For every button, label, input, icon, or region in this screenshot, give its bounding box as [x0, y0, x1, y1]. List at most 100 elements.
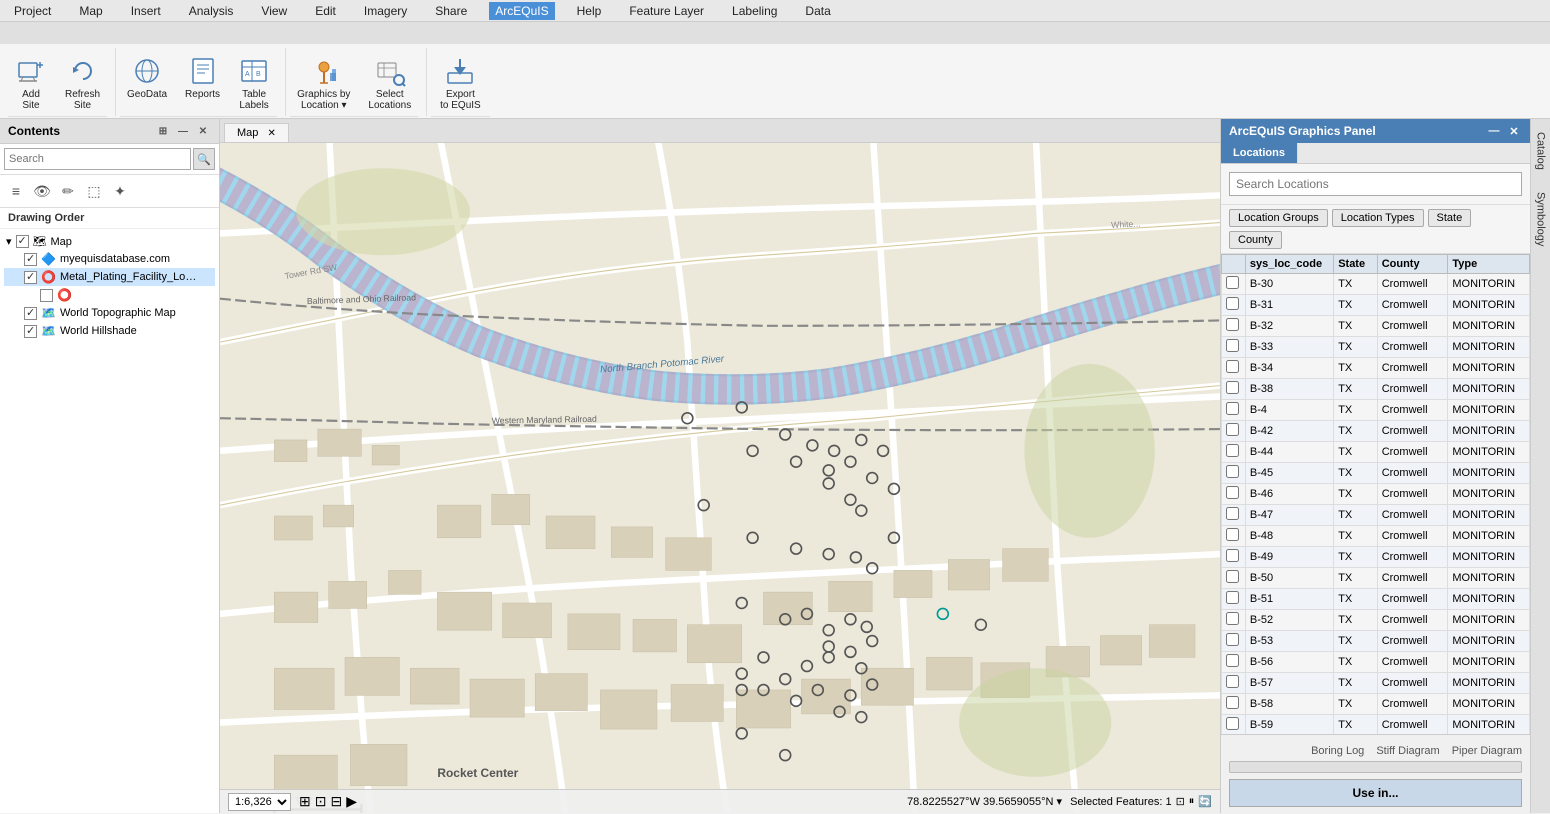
symbology-label[interactable]: Symbology: [1532, 183, 1550, 255]
location-types-filter-button[interactable]: Location Types: [1332, 209, 1424, 227]
table-row[interactable]: B-32 TX Cromwell MONITORIN: [1222, 316, 1530, 337]
table-row[interactable]: B-53 TX Cromwell MONITORIN: [1222, 631, 1530, 652]
table-row[interactable]: B-33 TX Cromwell MONITORIN: [1222, 337, 1530, 358]
table-row[interactable]: B-51 TX Cromwell MONITORIN: [1222, 589, 1530, 610]
list-view-button[interactable]: ≡: [4, 179, 28, 203]
locations-table-container[interactable]: sys_loc_code State County Type B-30 TX C…: [1221, 254, 1530, 734]
panel-minimize-button[interactable]: —: [1486, 123, 1502, 139]
menu-arcequis[interactable]: ArcEQuIS: [489, 2, 554, 20]
table-row[interactable]: B-56 TX Cromwell MONITORIN: [1222, 652, 1530, 673]
catalog-label[interactable]: Catalog: [1532, 123, 1550, 179]
contents-search-input[interactable]: [4, 148, 191, 170]
nav-tool-1[interactable]: ⊞: [299, 793, 311, 810]
row-checkbox[interactable]: [1226, 465, 1239, 478]
world-hillshade-checkbox[interactable]: [24, 325, 37, 338]
row-checkbox[interactable]: [1226, 381, 1239, 394]
map-area[interactable]: Map ✕: [220, 119, 1220, 813]
table-row[interactable]: B-59 TX Cromwell MONITORIN: [1222, 715, 1530, 735]
panel-close-button[interactable]: ✕: [1506, 123, 1522, 139]
layer-item-empty[interactable]: ⭕: [4, 286, 215, 304]
table-row[interactable]: B-47 TX Cromwell MONITORIN: [1222, 505, 1530, 526]
location-groups-filter-button[interactable]: Location Groups: [1229, 209, 1328, 227]
layer-item-metal-plating[interactable]: ⭕ Metal_Plating_Facility_Locations_20240…: [4, 268, 215, 286]
col-header-county[interactable]: County: [1377, 255, 1448, 274]
contents-pin-button[interactable]: ⊞: [155, 123, 171, 139]
row-checkbox[interactable]: [1226, 633, 1239, 646]
table-row[interactable]: B-45 TX Cromwell MONITORIN: [1222, 463, 1530, 484]
menu-map[interactable]: Map: [73, 2, 108, 20]
row-checkbox[interactable]: [1226, 444, 1239, 457]
row-checkbox[interactable]: [1226, 423, 1239, 436]
menu-analysis[interactable]: Analysis: [183, 2, 240, 20]
metal-plating-checkbox[interactable]: [24, 271, 37, 284]
world-topo-checkbox[interactable]: [24, 307, 37, 320]
table-row[interactable]: B-44 TX Cromwell MONITORIN: [1222, 442, 1530, 463]
menu-imagery[interactable]: Imagery: [358, 2, 413, 20]
menu-data[interactable]: Data: [799, 2, 836, 20]
row-checkbox[interactable]: [1226, 402, 1239, 415]
nav-tool-4[interactable]: ▶: [346, 793, 357, 810]
state-filter-button[interactable]: State: [1428, 209, 1472, 227]
menu-project[interactable]: Project: [8, 2, 57, 20]
row-checkbox[interactable]: [1226, 654, 1239, 667]
search-locations-input[interactable]: [1229, 172, 1522, 196]
row-checkbox[interactable]: [1226, 318, 1239, 331]
boring-log-link[interactable]: Boring Log: [1311, 745, 1364, 757]
horizontal-scrollbar[interactable]: [1229, 761, 1522, 773]
layer-group-map-header[interactable]: ▾ 🗺 Map: [4, 233, 215, 250]
table-row[interactable]: B-46 TX Cromwell MONITORIN: [1222, 484, 1530, 505]
row-checkbox[interactable]: [1226, 612, 1239, 625]
table-row[interactable]: B-49 TX Cromwell MONITORIN: [1222, 547, 1530, 568]
add-site-button[interactable]: AddSite: [8, 52, 54, 114]
nav-tool-2[interactable]: ⊡: [315, 793, 327, 810]
table-row[interactable]: B-4 TX Cromwell MONITORIN: [1222, 400, 1530, 421]
layer-item-myequis[interactable]: 🔷 myequisdatabase.com: [4, 250, 215, 268]
table-row[interactable]: B-30 TX Cromwell MONITORIN: [1222, 274, 1530, 295]
contents-close-button[interactable]: ✕: [195, 123, 211, 139]
menu-insert[interactable]: Insert: [125, 2, 167, 20]
locations-tab[interactable]: Locations: [1221, 143, 1298, 163]
layer-item-world-hillshade[interactable]: 🗺️ World Hillshade: [4, 322, 215, 340]
table-row[interactable]: B-48 TX Cromwell MONITORIN: [1222, 526, 1530, 547]
status-icon-3[interactable]: 🔄: [1198, 795, 1212, 808]
row-checkbox[interactable]: [1226, 360, 1239, 373]
contents-minimize-button[interactable]: —: [175, 123, 191, 139]
menu-labeling[interactable]: Labeling: [726, 2, 783, 20]
map-tab-close-button[interactable]: ✕: [267, 128, 275, 139]
stiff-diagram-link[interactable]: Stiff Diagram: [1376, 745, 1439, 757]
row-checkbox[interactable]: [1226, 528, 1239, 541]
select-locations-button[interactable]: SelectLocations: [361, 52, 418, 114]
menu-help[interactable]: Help: [571, 2, 608, 20]
scale-selector[interactable]: 1:6,326: [228, 793, 291, 811]
map-canvas[interactable]: North Branch Potomac River Baltimore and…: [220, 143, 1220, 813]
refresh-site-button[interactable]: RefreshSite: [58, 52, 107, 114]
table-row[interactable]: B-38 TX Cromwell MONITORIN: [1222, 379, 1530, 400]
table-row[interactable]: B-57 TX Cromwell MONITORIN: [1222, 673, 1530, 694]
geodata-button[interactable]: GeoData: [120, 52, 174, 103]
row-checkbox[interactable]: [1226, 717, 1239, 730]
table-row[interactable]: B-58 TX Cromwell MONITORIN: [1222, 694, 1530, 715]
table-row[interactable]: B-34 TX Cromwell MONITORIN: [1222, 358, 1530, 379]
row-checkbox[interactable]: [1226, 696, 1239, 709]
menu-view[interactable]: View: [255, 2, 293, 20]
row-checkbox[interactable]: [1226, 507, 1239, 520]
row-checkbox[interactable]: [1226, 297, 1239, 310]
col-header-state[interactable]: State: [1334, 255, 1378, 274]
row-checkbox[interactable]: [1226, 276, 1239, 289]
table-labels-button[interactable]: AB TableLabels: [231, 52, 277, 114]
table-row[interactable]: B-50 TX Cromwell MONITORIN: [1222, 568, 1530, 589]
row-checkbox[interactable]: [1226, 675, 1239, 688]
visibility-button[interactable]: 👁: [30, 179, 54, 203]
table-row[interactable]: B-52 TX Cromwell MONITORIN: [1222, 610, 1530, 631]
row-checkbox[interactable]: [1226, 570, 1239, 583]
row-checkbox[interactable]: [1226, 486, 1239, 499]
reports-button[interactable]: Reports: [178, 52, 227, 103]
graphics-by-location-button[interactable]: Graphics byLocation ▾: [290, 52, 357, 114]
sketch-tool-button[interactable]: ✏: [56, 179, 80, 203]
nav-tool-3[interactable]: ⊟: [330, 793, 342, 810]
use-in-button[interactable]: Use in...: [1229, 779, 1522, 807]
layer-item-world-topo[interactable]: 🗺️ World Topographic Map: [4, 304, 215, 322]
county-filter-button[interactable]: County: [1229, 231, 1282, 249]
options-button[interactable]: ✦: [108, 179, 132, 203]
row-checkbox[interactable]: [1226, 339, 1239, 352]
